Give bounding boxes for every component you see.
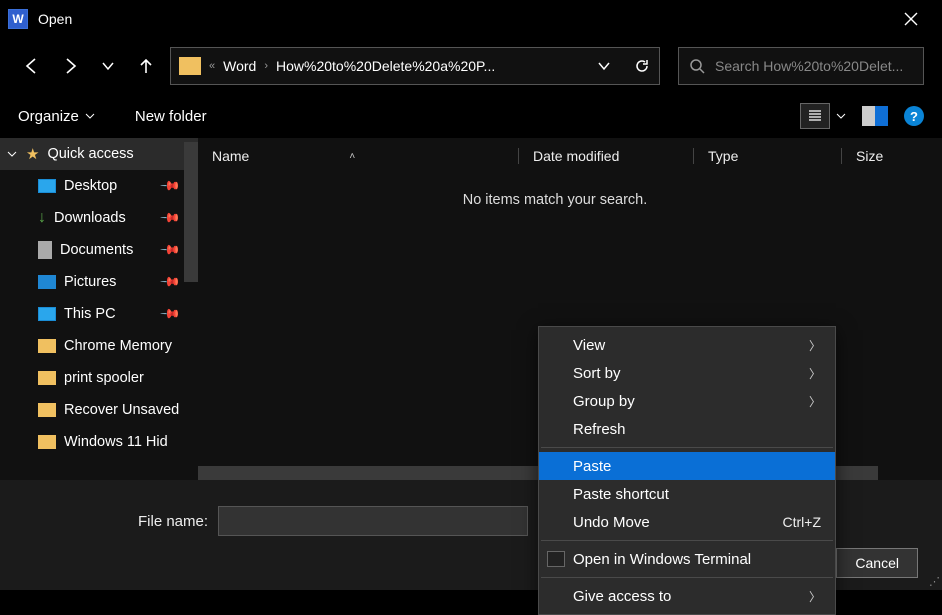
ctx-terminal[interactable]: Open in Windows Terminal: [539, 545, 835, 573]
sidebar-item-label: Pictures: [64, 274, 116, 290]
list-view-icon: [800, 103, 830, 129]
resize-grip-icon[interactable]: ⋰: [929, 575, 940, 588]
sidebar-item-documents[interactable]: Documents 📌: [0, 234, 198, 266]
toolbar: Organize New folder ?: [0, 94, 942, 138]
sidebar-scrollbar[interactable]: [184, 142, 198, 282]
column-date[interactable]: Date modified: [518, 148, 693, 164]
column-size[interactable]: Size: [841, 148, 942, 164]
folder-icon: [38, 435, 56, 449]
up-button[interactable]: [132, 52, 160, 80]
ctx-give-access[interactable]: Give access to〉: [539, 582, 835, 610]
close-button[interactable]: [888, 4, 934, 34]
word-app-icon: W: [8, 9, 28, 29]
help-button[interactable]: ?: [904, 106, 924, 126]
pin-icon: 📌: [159, 303, 182, 326]
chevron-right-icon: 〉: [809, 393, 821, 410]
pictures-icon: [38, 275, 56, 289]
nav-bar: « Word › How%20to%20Delete%20a%20P... Se…: [0, 38, 942, 94]
pin-icon: 📌: [159, 239, 182, 262]
search-placeholder: Search How%20to%20Delet...: [715, 58, 903, 74]
sidebar-item-recover[interactable]: Recover Unsaved: [0, 394, 198, 426]
sidebar-item-label: This PC: [64, 306, 116, 322]
back-button[interactable]: [18, 52, 46, 80]
cancel-button[interactable]: Cancel: [836, 548, 918, 578]
separator: [541, 540, 833, 541]
ctx-refresh[interactable]: Refresh: [539, 415, 835, 443]
sidebar-item-label: Documents: [60, 242, 133, 258]
chevron-right-icon: 〉: [809, 588, 821, 605]
sidebar-item-label: Quick access: [47, 146, 133, 162]
sidebar-item-downloads[interactable]: ↓ Downloads 📌: [0, 202, 198, 234]
forward-button[interactable]: [56, 52, 84, 80]
preview-pane-button[interactable]: [862, 106, 888, 126]
folder-icon: [38, 339, 56, 353]
separator: [541, 447, 833, 448]
refresh-icon[interactable]: [633, 57, 651, 75]
sidebar-item-label: Downloads: [54, 210, 126, 226]
column-type[interactable]: Type: [693, 148, 841, 164]
search-input[interactable]: Search How%20to%20Delet...: [678, 47, 924, 85]
chevron-right-icon: 〉: [809, 337, 821, 354]
ctx-paste-shortcut[interactable]: Paste shortcut: [539, 480, 835, 508]
ctx-undo-move[interactable]: Undo MoveCtrl+Z: [539, 508, 835, 536]
pin-icon: 📌: [159, 271, 182, 294]
document-icon: [38, 241, 52, 259]
sidebar-quick-access[interactable]: ★ Quick access: [0, 138, 198, 170]
chevron-left-icon: «: [209, 60, 215, 72]
sort-asc-icon: ˄: [349, 151, 355, 162]
ctx-paste[interactable]: Paste: [539, 452, 835, 480]
chevron-right-icon: 〉: [809, 365, 821, 382]
new-folder-button[interactable]: New folder: [135, 108, 207, 125]
ctx-sortby[interactable]: Sort by〉: [539, 359, 835, 387]
organize-button[interactable]: Organize: [18, 108, 95, 125]
terminal-icon: [547, 551, 565, 567]
sidebar-item-pictures[interactable]: Pictures 📌: [0, 266, 198, 298]
breadcrumb-word[interactable]: Word: [223, 58, 256, 74]
pin-icon: 📌: [159, 175, 182, 198]
sidebar-item-win11[interactable]: Windows 11 Hid: [0, 426, 198, 458]
titlebar: W Open: [0, 0, 942, 38]
filename-label: File name:: [138, 513, 208, 530]
ctx-view[interactable]: View〉: [539, 331, 835, 359]
sidebar-item-chrome[interactable]: Chrome Memory: [0, 330, 198, 362]
column-headers: Name˄ Date modified Type Size: [198, 138, 942, 174]
download-icon: ↓: [38, 209, 46, 227]
sidebar-item-label: Chrome Memory: [64, 338, 172, 354]
context-menu: View〉 Sort by〉 Group by〉 Refresh Paste P…: [538, 326, 836, 615]
column-name[interactable]: Name˄: [198, 148, 518, 164]
address-bar[interactable]: « Word › How%20to%20Delete%20a%20P...: [170, 47, 660, 85]
search-icon: [689, 58, 705, 74]
recent-dropdown[interactable]: [94, 52, 122, 80]
path-dropdown-icon[interactable]: [597, 59, 611, 73]
folder-icon: [179, 57, 201, 75]
separator: [541, 577, 833, 578]
sidebar-item-label: print spooler: [64, 370, 144, 386]
sidebar-item-thispc[interactable]: This PC 📌: [0, 298, 198, 330]
empty-message: No items match your search.: [198, 192, 942, 208]
filename-input[interactable]: [218, 506, 528, 536]
desktop-icon: [38, 179, 56, 193]
view-mode-button[interactable]: [800, 103, 846, 129]
chevron-right-icon: ›: [264, 60, 268, 72]
star-icon: ★: [26, 145, 39, 163]
folder-icon: [38, 371, 56, 385]
shortcut-label: Ctrl+Z: [783, 514, 822, 530]
sidebar-item-label: Windows 11 Hid: [64, 434, 168, 450]
breadcrumb-current[interactable]: How%20to%20Delete%20a%20P...: [276, 58, 495, 74]
sidebar-item-desktop[interactable]: Desktop 📌: [0, 170, 198, 202]
pc-icon: [38, 307, 56, 321]
sidebar: ★ Quick access Desktop 📌 ↓ Downloads 📌 Docu…: [0, 138, 198, 480]
sidebar-item-print[interactable]: print spooler: [0, 362, 198, 394]
sidebar-item-label: Recover Unsaved: [64, 402, 179, 418]
folder-icon: [38, 403, 56, 417]
chevron-down-icon: [6, 148, 18, 160]
pin-icon: 📌: [159, 207, 182, 230]
window-title: Open: [38, 11, 72, 27]
sidebar-item-label: Desktop: [64, 178, 117, 194]
ctx-groupby[interactable]: Group by〉: [539, 387, 835, 415]
